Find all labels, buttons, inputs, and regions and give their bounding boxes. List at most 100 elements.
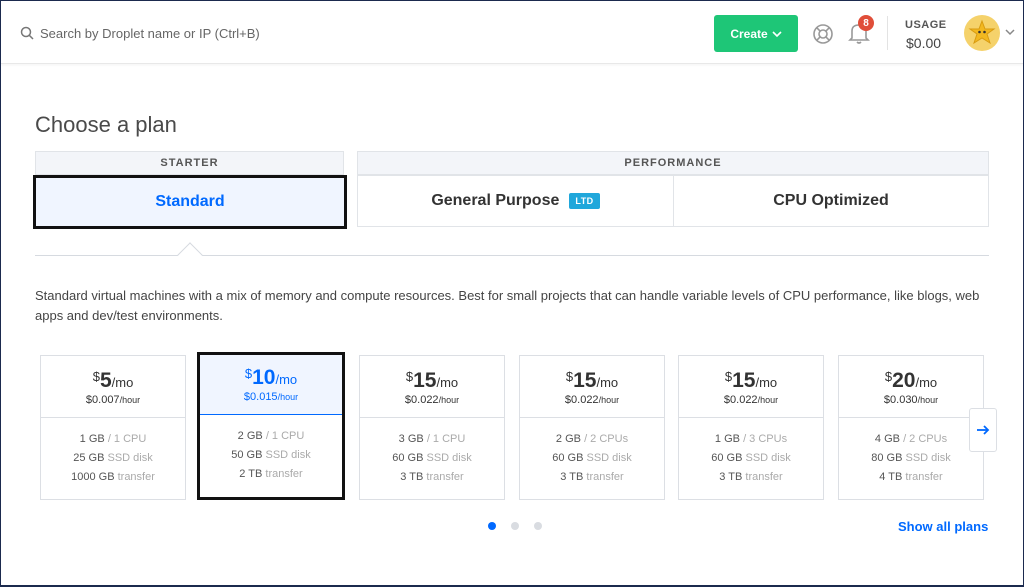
hourly-price: $0.022/hour [679,394,823,406]
spec-transfer-unit: transfer [426,471,464,483]
hourly-amount: $0.022 [723,394,758,406]
search-input[interactable] [40,22,460,44]
spec-memory: 2 GB [237,430,263,442]
spec-disk-size: 25 GB [73,452,105,464]
spec-disk: 60 GB SSD disk [360,449,504,468]
hourly-unit: /hour [917,395,939,405]
spec-transfer-size: 2 TB [239,468,263,480]
spec-transfer: 3 TB transfer [360,468,504,487]
plan-price: $15/mo $0.022/hour [679,356,823,418]
price-period: /mo [915,375,938,390]
spec-transfer-unit: transfer [265,468,303,480]
hourly-amount: $0.007 [85,394,120,406]
spec-transfer-size: 3 TB [560,471,584,483]
price-period: /mo [755,375,778,390]
plan-card[interactable]: $10/mo $0.015/hour 2 GB / 1 CPU 50 GB SSD d… [197,352,345,500]
chevron-down-icon[interactable] [1005,27,1015,37]
price-amount: 5 [99,369,112,392]
spec-memory-cpu: 2 GB / 1 CPU [200,427,342,446]
spec-memory-cpu: 3 GB / 1 CPU [360,430,504,449]
avatar[interactable] [964,15,1000,51]
plan-price: $10/mo $0.015/hour [200,355,342,415]
currency-symbol: $ [244,366,253,381]
spec-disk-size: 60 GB [392,452,424,464]
group-header-performance: PERFORMANCE [357,151,989,175]
plan-price: $5/mo $0.007/hour [41,356,185,418]
next-plans-button[interactable] [969,408,997,452]
spec-disk-size: 60 GB [711,452,743,464]
tab-cpu-optimized[interactable]: CPU Optimized [673,175,989,227]
hourly-price: $0.030/hour [839,394,983,406]
arrow-right-icon [977,425,990,435]
hourly-unit: /hour [757,395,779,405]
spec-cpu: / 1 CPU [426,433,466,445]
plan-card[interactable]: $20/mo $0.030/hour 4 GB / 2 CPUs 80 GB SSD … [838,355,984,500]
currency-symbol: $ [724,369,733,384]
pagination-dot[interactable] [488,522,496,530]
active-tab-pointer [177,242,203,268]
spec-cpu: / 3 CPUs [743,433,788,445]
spec-cpu: / 2 CPUs [584,433,629,445]
hourly-unit: /hour [438,395,460,405]
tab-standard[interactable]: Standard [33,175,347,229]
show-all-plans-link[interactable]: Show all plans [898,519,988,534]
spec-disk-size: 60 GB [552,452,584,464]
spec-transfer: 2 TB transfer [200,465,342,484]
plan-specs: 1 GB / 3 CPUs 60 GB SSD disk 3 TB transfer [679,418,823,487]
pagination-dot[interactable] [534,522,542,530]
hourly-amount: $0.015 [243,391,278,403]
create-button-label: Create [730,26,768,41]
pagination-dots [488,522,542,530]
spec-memory-cpu: 1 GB / 3 CPUs [679,430,823,449]
monthly-price: $15/mo [520,367,664,393]
spec-cpu: / 1 CPU [265,430,305,442]
spec-memory: 2 GB [555,433,581,445]
spec-transfer: 1000 GB transfer [41,468,185,487]
plan-specs: 3 GB / 1 CPU 60 GB SSD disk 3 TB transfer [360,418,504,487]
monthly-price: $10/mo [200,364,342,390]
spec-disk-unit: SSD disk [905,452,951,464]
hourly-price: $0.015/hour [200,391,342,403]
price-period: /mo [436,375,459,390]
spec-disk: 60 GB SSD disk [679,449,823,468]
plan-card[interactable]: $15/mo $0.022/hour 3 GB / 1 CPU 60 GB SSD d… [359,355,505,500]
hourly-unit: /hour [598,395,620,405]
monthly-price: $5/mo [41,367,185,393]
page-title: Choose a plan [35,112,177,137]
spec-memory-cpu: 1 GB / 1 CPU [41,430,185,449]
hourly-amount: $0.022 [564,394,599,406]
plan-card[interactable]: $5/mo $0.007/hour 1 GB / 1 CPU 25 GB SSD di… [40,355,186,500]
spec-disk-unit: SSD disk [586,452,632,464]
usage-label: USAGE [905,19,947,31]
spec-transfer-size: 1000 GB [71,471,115,483]
plan-specs: 2 GB / 1 CPU 50 GB SSD disk 2 TB transfer [200,415,342,484]
plan-price: $20/mo $0.030/hour [839,356,983,418]
monthly-price: $15/mo [360,367,504,393]
spec-disk-unit: SSD disk [107,452,153,464]
spec-transfer-unit: transfer [745,471,783,483]
spec-disk-size: 50 GB [231,449,263,461]
spec-transfer-unit: transfer [905,471,943,483]
price-amount: 15 [732,369,756,392]
spec-cpu: / 2 CPUs [903,433,948,445]
price-period: /mo [275,372,298,387]
plan-description: Standard virtual machines with a mix of … [35,288,980,323]
plan-specs: 2 GB / 2 CPUs 60 GB SSD disk 3 TB transfer [520,418,664,487]
tab-label: Standard [155,193,225,210]
plan-card[interactable]: $15/mo $0.022/hour 2 GB / 2 CPUs 60 GB SSD … [519,355,665,500]
tab-general-purpose[interactable]: General Purpose LTD [357,175,674,227]
hourly-unit: /hour [277,392,299,402]
spec-cpu: / 1 CPU [107,433,147,445]
hourly-price: $0.022/hour [520,394,664,406]
create-button[interactable]: Create [714,15,798,52]
support-icon[interactable] [811,22,835,46]
tab-label: CPU Optimized [773,192,889,209]
monthly-price: $20/mo [839,367,983,393]
hourly-unit: /hour [119,395,141,405]
group-header-starter: STARTER [35,151,344,175]
currency-symbol: $ [565,369,574,384]
pagination-dot[interactable] [511,522,519,530]
plan-card[interactable]: $15/mo $0.022/hour 1 GB / 3 CPUs 60 GB SSD … [678,355,824,500]
spec-transfer: 4 TB transfer [839,468,983,487]
spec-transfer: 3 TB transfer [520,468,664,487]
